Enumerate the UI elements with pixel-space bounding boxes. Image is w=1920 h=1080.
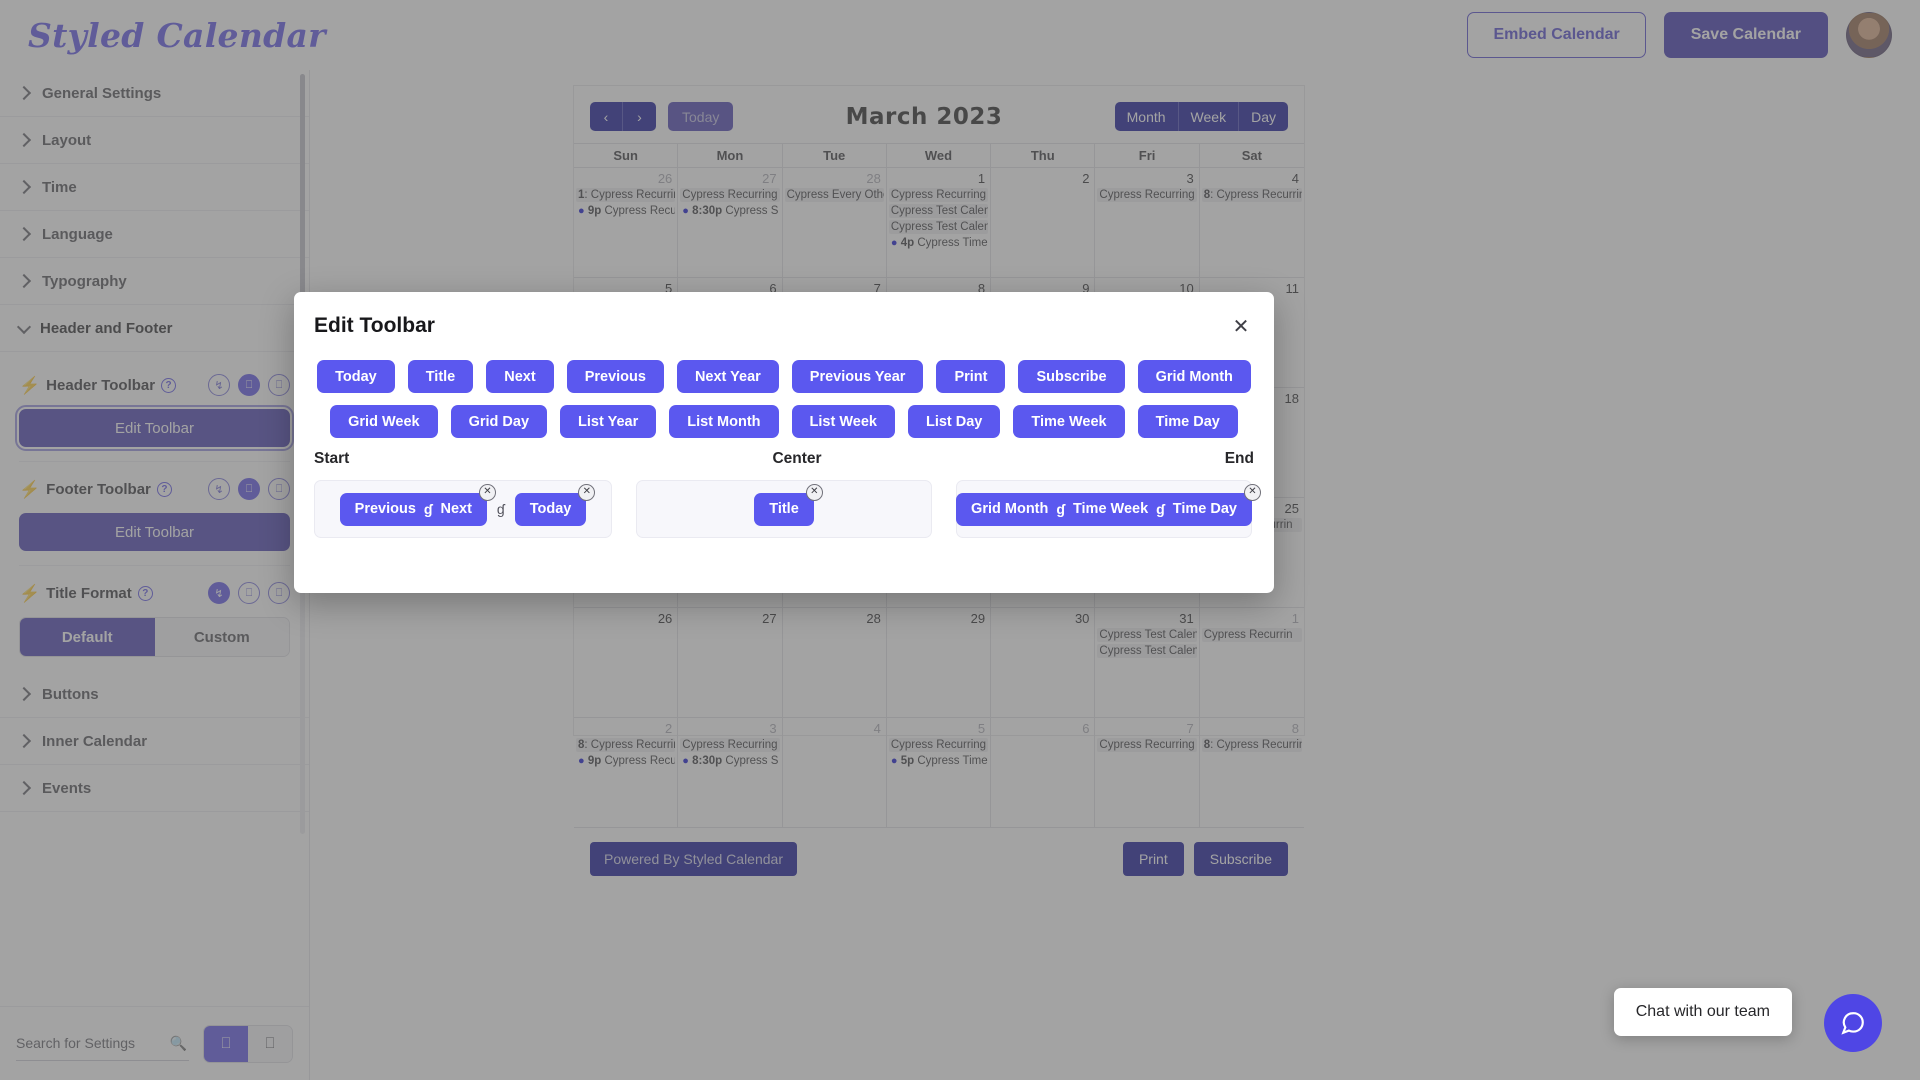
zone-labels: Start Center End [314, 450, 1254, 468]
dropped-chip-wrapper: Title ✕ [754, 483, 823, 526]
palette-row-1: Today Title Next Previous Next Year Previous … [314, 360, 1254, 393]
palette-chip-grid-week[interactable]: Grid Week [330, 405, 438, 438]
dropped-chip-today[interactable]: Today [514, 492, 587, 526]
palette-chip-time-day[interactable]: Time Day [1137, 405, 1238, 438]
palette-chip-previous[interactable]: Previous [566, 360, 664, 393]
dropped-chip-grid-month-time-week-time-day[interactable]: Grid Month ɠ Time Week ɠ Time Day [956, 492, 1252, 526]
dropped-chip-previous-next[interactable]: Previous ɠ Next [339, 492, 487, 526]
start-zone-label: Start [314, 450, 350, 467]
palette-chip-list-year[interactable]: List Year [560, 405, 657, 438]
palette-chip-list-month[interactable]: List Month [669, 405, 779, 438]
palette-chip-print[interactable]: Print [936, 360, 1006, 393]
center-zone-label: Center [772, 450, 822, 467]
link-icon: ɠ [1056, 501, 1065, 517]
palette-chip-subscribe[interactable]: Subscribe [1018, 360, 1125, 393]
remove-chip-icon[interactable]: ✕ [805, 483, 823, 501]
drop-zones: Previous ɠ Next ✕ ɠ Today ✕ Title ✕ Grid Month ɠ… [314, 480, 1261, 538]
chip-part-label: Time Day [1172, 501, 1237, 517]
end-drop-zone[interactable]: Grid Month ɠ Time Week ɠ Time Day ✕ [956, 480, 1261, 538]
dropped-chip-wrapper: Today ✕ [514, 483, 596, 526]
palette-chip-today[interactable]: Today [317, 360, 395, 393]
remove-chip-icon[interactable]: ✕ [578, 483, 596, 501]
chat-bubble-glyph [1841, 1012, 1864, 1035]
toolbar-button-palette: Today Title Next Previous Next Year Previous … [314, 360, 1254, 438]
chip-part-label: Title [769, 501, 799, 517]
chip-part-label: Today [529, 501, 572, 517]
remove-chip-icon[interactable]: ✕ [478, 483, 496, 501]
chip-part-label: Next [440, 501, 472, 517]
dropped-chip-title[interactable]: Title [754, 492, 814, 526]
remove-chip-icon[interactable]: ✕ [1243, 483, 1261, 501]
modal-title: Edit Toolbar [314, 314, 435, 337]
link-icon: ɠ [1156, 501, 1165, 517]
edit-toolbar-modal: Edit Toolbar ✕ Today Title Next Previous Nex… [294, 292, 1274, 593]
close-icon[interactable]: ✕ [1230, 316, 1252, 338]
link-icon: ɠ [496, 501, 505, 517]
app-root: Styled Calendar Embed Calendar Save Cale… [0, 0, 1920, 1080]
chip-part-label: Time Week [1072, 501, 1149, 517]
start-drop-zone[interactable]: Previous ɠ Next ✕ ɠ Today ✕ [314, 480, 612, 538]
chip-part-label: Previous [354, 501, 416, 517]
link-icon: ɠ [423, 501, 433, 517]
end-zone-label: End [1224, 450, 1254, 467]
palette-chip-grid-day[interactable]: Grid Day [450, 405, 548, 438]
palette-row-2: Grid Week Grid Day List Year List Month List… [314, 405, 1254, 438]
chat-icon[interactable] [1824, 994, 1882, 1052]
palette-chip-list-week[interactable]: List Week [791, 405, 895, 438]
palette-chip-title[interactable]: Title [407, 360, 474, 393]
palette-chip-grid-month[interactable]: Grid Month [1137, 360, 1251, 393]
center-drop-zone[interactable]: Title ✕ [636, 480, 932, 538]
palette-chip-next-year[interactable]: Next Year [676, 360, 779, 393]
chat-bubble[interactable]: Chat with our team [1613, 988, 1792, 1036]
palette-chip-next[interactable]: Next [486, 360, 554, 393]
palette-chip-previous-year[interactable]: Previous Year [791, 360, 924, 393]
palette-chip-time-week[interactable]: Time Week [1013, 405, 1125, 438]
chip-part-label: Grid Month [971, 501, 1049, 517]
dropped-chip-wrapper: Grid Month ɠ Time Week ɠ Time Day ✕ [956, 483, 1261, 526]
dropped-chip-wrapper: Previous ɠ Next ✕ [339, 483, 496, 526]
palette-chip-list-day[interactable]: List Day [907, 405, 1001, 438]
